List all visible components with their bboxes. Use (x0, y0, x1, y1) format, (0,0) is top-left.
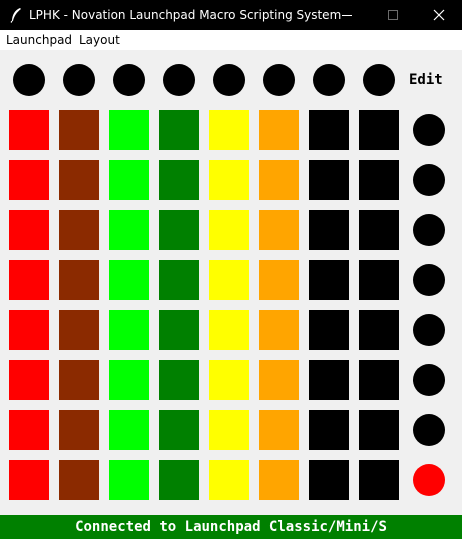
pad-r1-c6[interactable] (259, 110, 299, 150)
top-round-button-6[interactable] (263, 64, 295, 96)
pad-r2-c5[interactable] (209, 160, 249, 200)
side-round-button-8[interactable] (413, 464, 445, 496)
pad-r5-c2[interactable] (59, 310, 99, 350)
pad-r5-c5[interactable] (209, 310, 249, 350)
pad-r1-c8[interactable] (359, 110, 399, 150)
pad-r8-c8[interactable] (359, 460, 399, 500)
close-button[interactable] (416, 0, 462, 30)
pad-r4-c5[interactable] (209, 260, 249, 300)
pad-r4-c2[interactable] (59, 260, 99, 300)
menu-layout[interactable]: Layout (79, 33, 120, 47)
pad-r7-c7[interactable] (309, 410, 349, 450)
pad-r5-c6[interactable] (259, 310, 299, 350)
pad-r8-c5[interactable] (209, 460, 249, 500)
pad-r7-c5[interactable] (209, 410, 249, 450)
side-round-button-5[interactable] (413, 314, 445, 346)
pad-r1-c7[interactable] (309, 110, 349, 150)
pad-r4-c1[interactable] (9, 260, 49, 300)
pad-r5-c8[interactable] (359, 310, 399, 350)
pad-r4-c4[interactable] (159, 260, 199, 300)
minimize-button[interactable] (324, 0, 370, 30)
window-title: LPHK - Novation Launchpad Macro Scriptin… (29, 8, 342, 22)
pad-r5-c7[interactable] (309, 310, 349, 350)
pad-r7-c2[interactable] (59, 410, 99, 450)
pad-r8-c7[interactable] (309, 460, 349, 500)
side-round-button-6[interactable] (413, 364, 445, 396)
pad-r7-c8[interactable] (359, 410, 399, 450)
top-round-button-7[interactable] (313, 64, 345, 96)
pad-r2-c6[interactable] (259, 160, 299, 200)
side-round-button-7[interactable] (413, 414, 445, 446)
menu-bar: Launchpad Layout (0, 30, 462, 50)
app-window: LPHK - Novation Launchpad Macro Scriptin… (0, 0, 462, 539)
pad-r2-c4[interactable] (159, 160, 199, 200)
pad-r6-c3[interactable] (109, 360, 149, 400)
top-round-button-2[interactable] (63, 64, 95, 96)
pad-r8-c2[interactable] (59, 460, 99, 500)
top-round-button-8[interactable] (363, 64, 395, 96)
pad-r8-c1[interactable] (9, 460, 49, 500)
pad-r7-c4[interactable] (159, 410, 199, 450)
pad-r4-c8[interactable] (359, 260, 399, 300)
pad-r6-c1[interactable] (9, 360, 49, 400)
top-round-button-3[interactable] (113, 64, 145, 96)
pad-r3-c1[interactable] (9, 210, 49, 250)
pad-r2-c3[interactable] (109, 160, 149, 200)
maximize-icon (388, 10, 398, 20)
side-round-button-1[interactable] (413, 114, 445, 146)
maximize-button[interactable] (370, 0, 416, 30)
close-icon (433, 9, 445, 21)
pad-r3-c8[interactable] (359, 210, 399, 250)
top-round-button-1[interactable] (13, 64, 45, 96)
pad-r1-c1[interactable] (9, 110, 49, 150)
pad-r8-c6[interactable] (259, 460, 299, 500)
pad-r4-c7[interactable] (309, 260, 349, 300)
pad-r3-c3[interactable] (109, 210, 149, 250)
menu-launchpad[interactable]: Launchpad (6, 33, 72, 47)
pad-r4-c6[interactable] (259, 260, 299, 300)
pad-r3-c5[interactable] (209, 210, 249, 250)
side-round-button-2[interactable] (413, 164, 445, 196)
top-round-button-5[interactable] (213, 64, 245, 96)
pad-r2-c2[interactable] (59, 160, 99, 200)
pad-r5-c4[interactable] (159, 310, 199, 350)
pad-r3-c6[interactable] (259, 210, 299, 250)
pad-r5-c1[interactable] (9, 310, 49, 350)
pad-r3-c2[interactable] (59, 210, 99, 250)
pad-r1-c3[interactable] (109, 110, 149, 150)
pad-r7-c3[interactable] (109, 410, 149, 450)
pad-r2-c7[interactable] (309, 160, 349, 200)
pad-r2-c1[interactable] (9, 160, 49, 200)
top-round-button-4[interactable] (163, 64, 195, 96)
status-bar: Connected to Launchpad Classic/Mini/S (0, 515, 462, 539)
pad-r3-c7[interactable] (309, 210, 349, 250)
pad-r1-c4[interactable] (159, 110, 199, 150)
pad-r7-c6[interactable] (259, 410, 299, 450)
pad-r8-c3[interactable] (109, 460, 149, 500)
pad-r5-c3[interactable] (109, 310, 149, 350)
pad-r7-c1[interactable] (9, 410, 49, 450)
feather-icon (9, 7, 23, 23)
status-text: Connected to Launchpad Classic/Mini/S (75, 519, 387, 535)
title-bar[interactable]: LPHK - Novation Launchpad Macro Scriptin… (0, 0, 462, 30)
minimize-icon (342, 15, 352, 16)
pad-r6-c2[interactable] (59, 360, 99, 400)
pad-r1-c5[interactable] (209, 110, 249, 150)
edit-button[interactable]: Edit (409, 72, 443, 88)
pad-r2-c8[interactable] (359, 160, 399, 200)
pad-r6-c7[interactable] (309, 360, 349, 400)
side-round-button-4[interactable] (413, 264, 445, 296)
pad-r1-c2[interactable] (59, 110, 99, 150)
side-round-button-3[interactable] (413, 214, 445, 246)
pad-r6-c5[interactable] (209, 360, 249, 400)
pad-r6-c8[interactable] (359, 360, 399, 400)
pad-r4-c3[interactable] (109, 260, 149, 300)
pad-r3-c4[interactable] (159, 210, 199, 250)
pad-r6-c4[interactable] (159, 360, 199, 400)
pad-r6-c6[interactable] (259, 360, 299, 400)
pad-r8-c4[interactable] (159, 460, 199, 500)
